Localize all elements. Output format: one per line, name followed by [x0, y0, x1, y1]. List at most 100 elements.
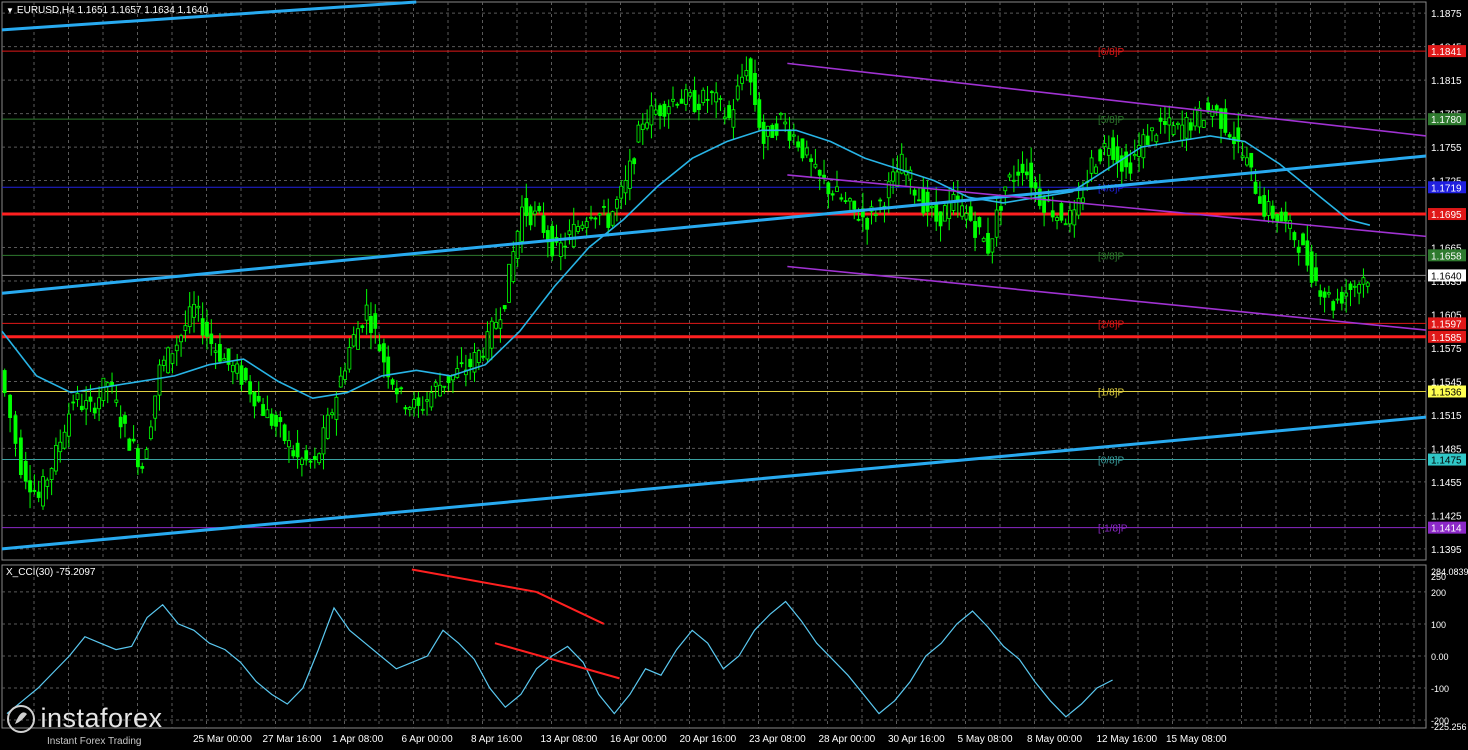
- candle-body: [390, 379, 395, 385]
- x-axis-tick-label: 23 Apr 08:00: [749, 734, 806, 745]
- candle-body: [722, 116, 727, 120]
- moving-average-line: [1, 129, 1371, 400]
- candle-body: [873, 214, 878, 216]
- candle-body: [576, 226, 580, 232]
- candle-body: [671, 98, 675, 102]
- cci-line: [6, 600, 1113, 718]
- candle-body: [571, 223, 576, 247]
- candle-body: [507, 263, 511, 303]
- candle-body: [735, 85, 740, 100]
- candle-body: [981, 237, 986, 242]
- candle-body: [192, 303, 196, 318]
- candle-body: [835, 186, 839, 192]
- cci-y-tick-label: 250: [1431, 572, 1446, 582]
- candle-body: [13, 415, 18, 444]
- candle-body: [45, 479, 50, 487]
- candle-body: [261, 404, 265, 416]
- candle-body: [1163, 120, 1167, 125]
- candle-body: [1344, 292, 1349, 297]
- candle-body: [1365, 282, 1370, 287]
- price-y-tick-label: 1.1395: [1431, 545, 1462, 556]
- candle-body: [597, 213, 602, 216]
- candle-body: [567, 230, 572, 235]
- candle-body: [75, 393, 80, 400]
- candle-body: [684, 89, 688, 105]
- collapse-triangle-icon[interactable]: ▼: [6, 6, 14, 15]
- candle-body: [675, 103, 680, 106]
- candle-body: [1016, 171, 1021, 176]
- cci-y-tick-label: -225.256: [1431, 722, 1467, 732]
- candle-body: [269, 413, 274, 426]
- candle-body: [541, 215, 546, 233]
- candle-body: [442, 385, 447, 388]
- candle-body: [23, 460, 28, 482]
- candle-body: [947, 200, 952, 219]
- candle-body: [131, 438, 136, 442]
- candle-body: [97, 397, 101, 410]
- cci-divergence-line: [536, 591, 605, 625]
- candle-body: [386, 356, 391, 378]
- candle-body: [748, 58, 753, 83]
- price-level-badge-value: 1.1658: [1431, 251, 1462, 262]
- candle-body: [826, 182, 831, 195]
- candle-body: [222, 358, 227, 361]
- candle-body: [921, 188, 926, 214]
- candle-body: [196, 305, 201, 309]
- candle-body: [714, 92, 719, 103]
- candle-body: [66, 413, 71, 437]
- candle-body: [136, 448, 140, 468]
- candle-body: [407, 407, 412, 411]
- candle-body: [968, 206, 973, 221]
- candle-body: [1180, 124, 1185, 141]
- candle-body: [1309, 251, 1314, 283]
- candle-body: [166, 347, 171, 374]
- candle-body: [364, 304, 369, 321]
- price-y-tick-label: 1.1755: [1431, 143, 1462, 154]
- candle-body: [481, 355, 486, 358]
- candle-body: [796, 141, 801, 148]
- candle-body: [1279, 211, 1284, 222]
- candle-body: [1357, 284, 1362, 294]
- candle-body: [278, 417, 283, 423]
- candle-body: [610, 211, 615, 226]
- candle-body: [524, 198, 529, 217]
- candle-body: [511, 251, 516, 282]
- candle-body: [787, 129, 792, 141]
- candle-body: [429, 392, 434, 408]
- candle-body: [692, 90, 697, 113]
- candle-body: [1257, 196, 1262, 204]
- candle-body: [1327, 292, 1331, 295]
- candle-body: [300, 458, 304, 465]
- candle-body: [321, 427, 326, 455]
- murray-level-label: [5/8]P: [1098, 115, 1124, 126]
- candle-body: [731, 109, 736, 128]
- candle-body: [412, 399, 416, 409]
- candle-body: [256, 395, 261, 402]
- candle-body: [925, 191, 930, 212]
- candle-body: [1262, 195, 1267, 217]
- candle-body: [140, 466, 145, 469]
- candle-body: [1301, 233, 1305, 246]
- candle-body: [399, 387, 404, 390]
- candle-body: [839, 197, 844, 200]
- candle-body: [373, 313, 378, 329]
- candle-body: [32, 489, 37, 492]
- candle-body: [938, 211, 943, 227]
- price-y-tick-label: 1.1515: [1431, 411, 1462, 422]
- candle-body: [1240, 155, 1245, 159]
- candle-body: [705, 99, 710, 101]
- chart-canvas[interactable]: 1.18751.18451.18151.17851.17551.17251.16…: [0, 0, 1468, 750]
- candle-body: [640, 123, 645, 130]
- cci-divergence-line: [411, 568, 537, 593]
- candle-body: [153, 395, 158, 419]
- candle-body: [420, 408, 425, 411]
- x-axis-tick-label: 20 Apr 16:00: [680, 734, 737, 745]
- candle-body: [856, 218, 861, 221]
- x-axis-tick-label: 28 Apr 00:00: [819, 734, 876, 745]
- candle-body: [338, 375, 343, 388]
- candle-body: [287, 440, 291, 448]
- instaforex-swirl-icon: [7, 704, 35, 733]
- candle-body: [1283, 211, 1288, 222]
- candle-body: [1314, 267, 1318, 282]
- candle-body: [49, 468, 54, 481]
